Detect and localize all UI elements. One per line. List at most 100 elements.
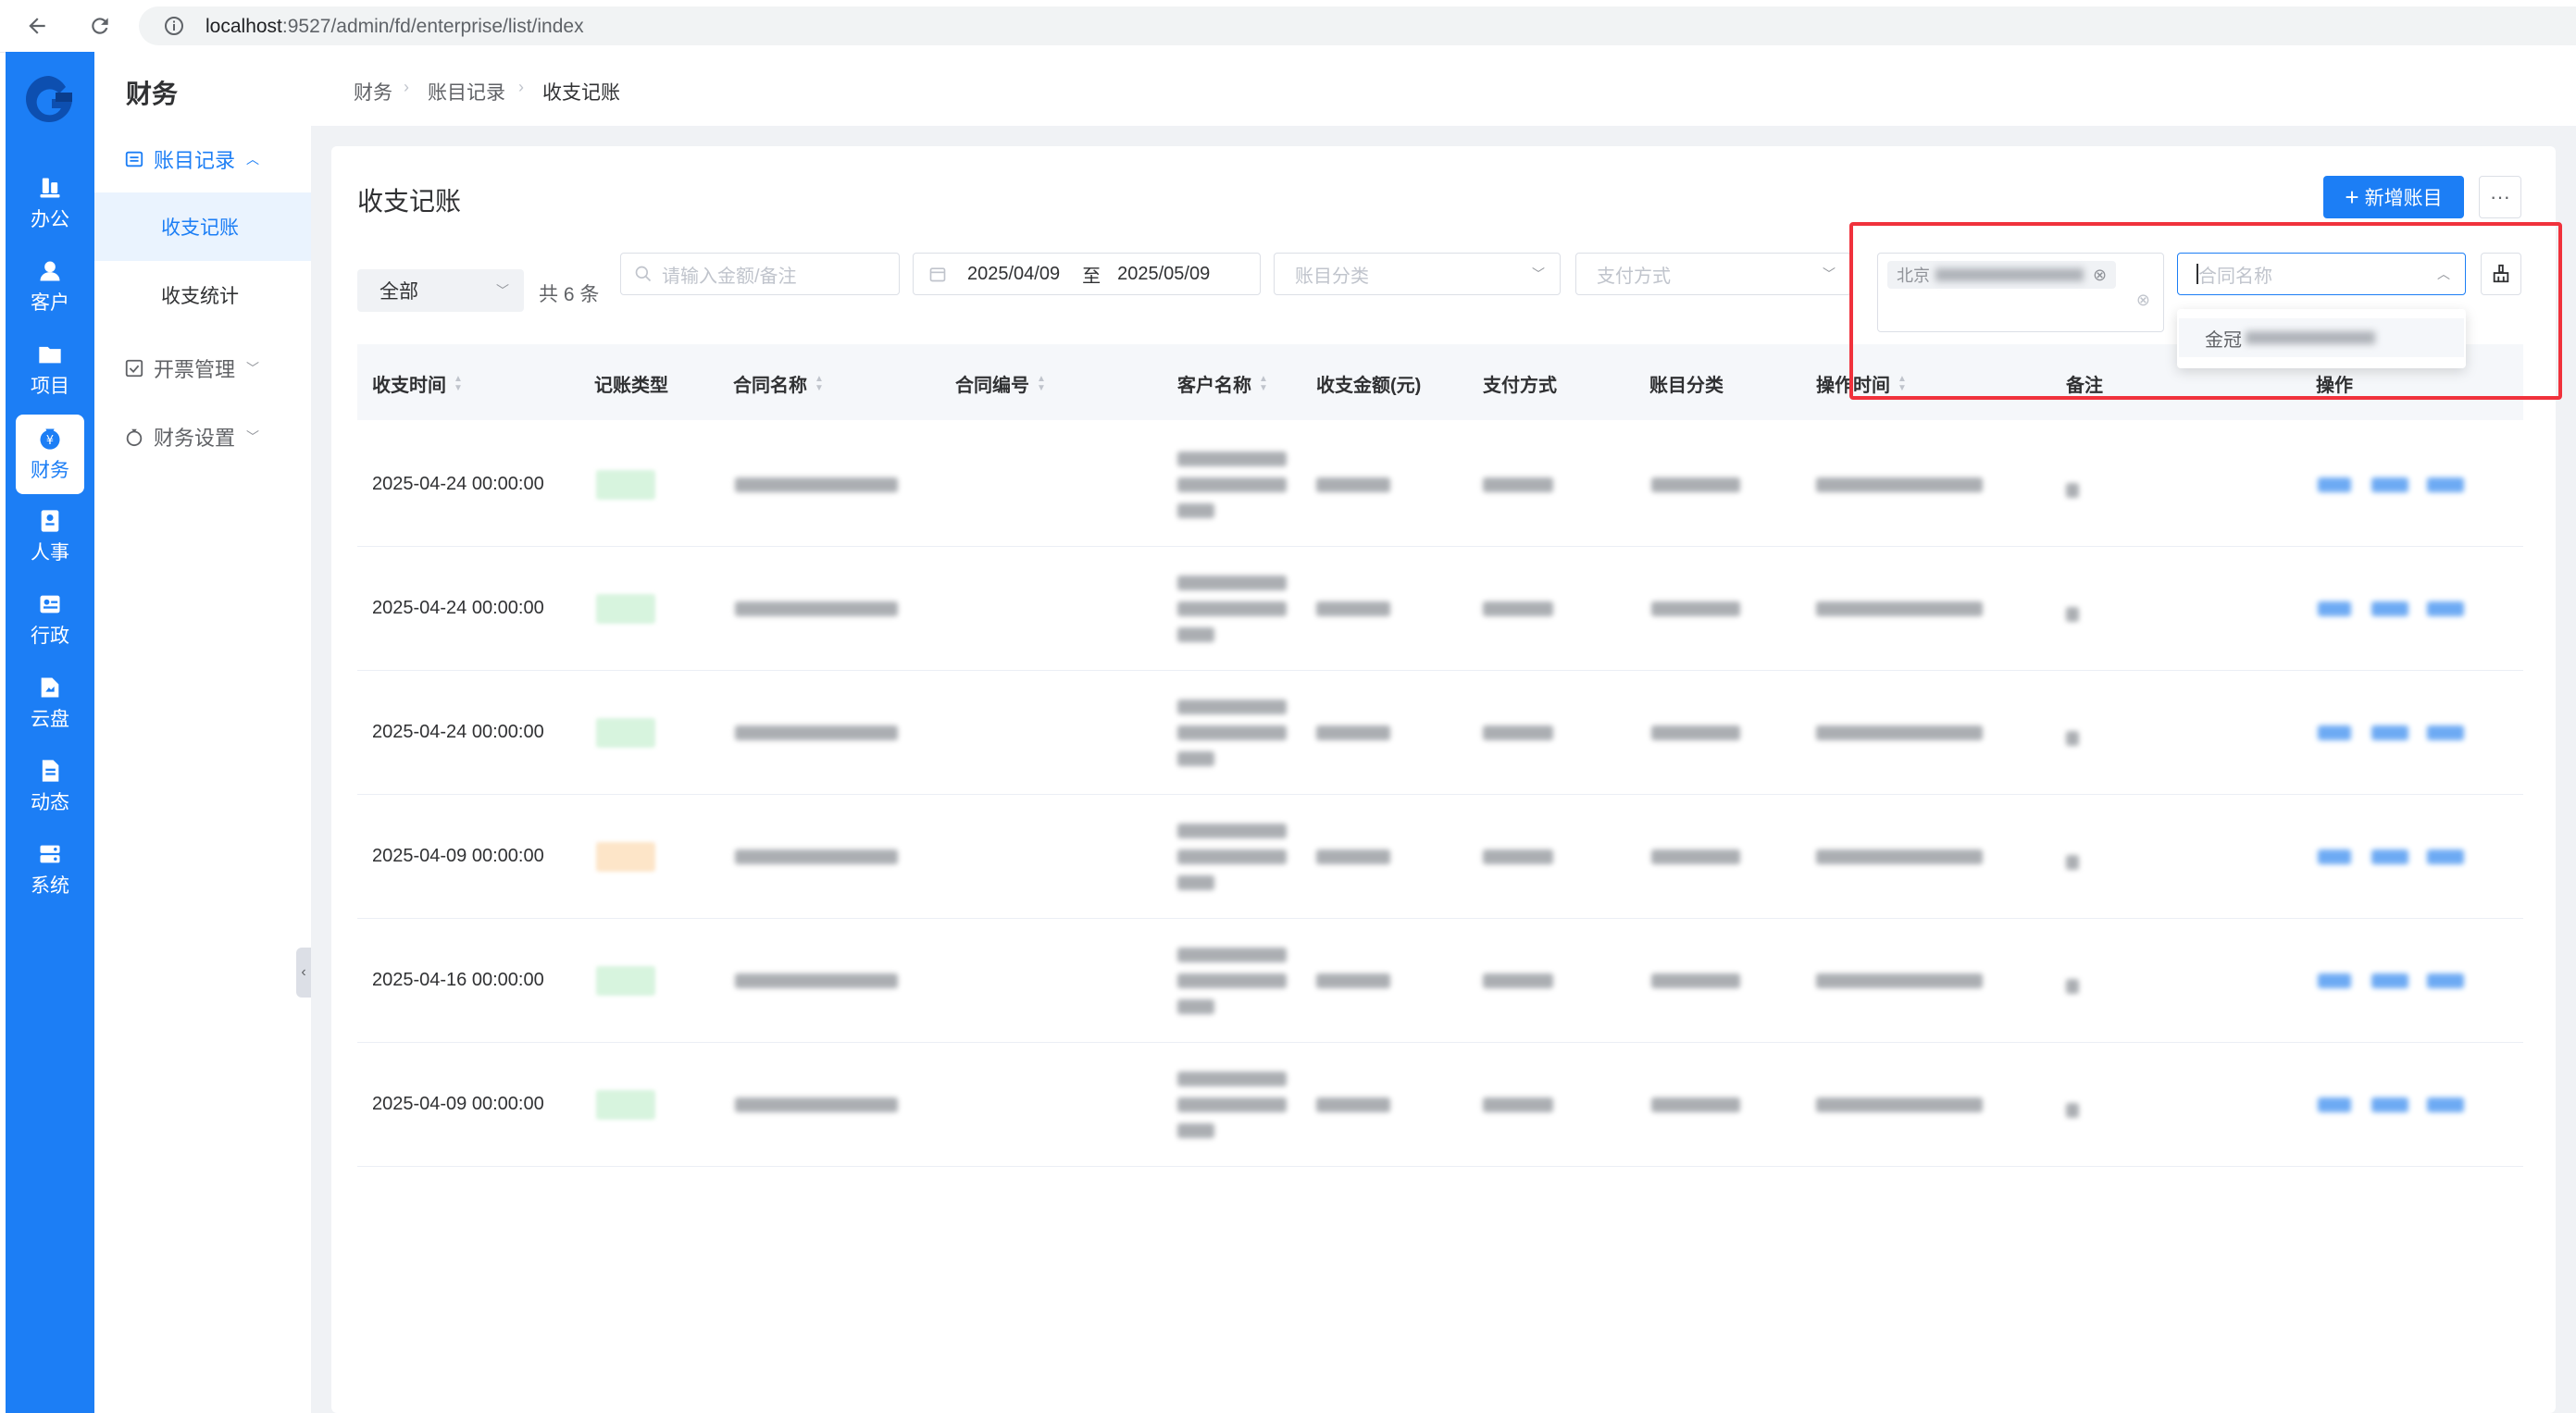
- row-divider: [357, 794, 2523, 795]
- more-button[interactable]: ···: [2479, 176, 2521, 218]
- redacted-text: [735, 973, 898, 988]
- redacted-text: [735, 477, 898, 492]
- redacted-text: [1177, 576, 1287, 590]
- col-header-contract-name[interactable]: 合同名称 ▲ ▼: [733, 370, 824, 397]
- redacted-text: [1177, 849, 1287, 864]
- sidebar-item-statistics[interactable]: 收支统计: [94, 261, 311, 329]
- action-edit-link[interactable]: [2371, 601, 2408, 616]
- action-edit-link[interactable]: [2371, 477, 2408, 492]
- menu-group-settings[interactable]: 财务设置 ﹀: [124, 418, 259, 455]
- redacted-text: [735, 601, 898, 616]
- redacted-text: [1177, 700, 1287, 714]
- breadcrumb: [311, 52, 2576, 126]
- action-view-link[interactable]: [2318, 477, 2351, 492]
- cell-time: 2025-04-24 00:00:00: [372, 722, 544, 742]
- sort-icon[interactable]: ▲ ▼: [454, 374, 463, 393]
- action-delete-link[interactable]: [2427, 973, 2464, 988]
- nav-item-finance[interactable]: ¥ 财务: [16, 415, 84, 494]
- nav-item-office[interactable]: 办公: [6, 167, 94, 241]
- redacted-text: [1177, 973, 1287, 988]
- sidebar-collapse-handle[interactable]: ‹: [296, 948, 311, 998]
- reload-icon[interactable]: [83, 9, 117, 43]
- action-delete-link[interactable]: [2427, 849, 2464, 864]
- action-view-link[interactable]: [2318, 973, 2351, 988]
- action-delete-link[interactable]: [2427, 725, 2464, 740]
- category-select[interactable]: 账目分类 ﹀: [1274, 253, 1561, 295]
- redacted-text: [1177, 1097, 1287, 1112]
- nav-item-project[interactable]: 项目: [6, 333, 94, 407]
- sort-icon[interactable]: ▲ ▼: [1259, 374, 1268, 393]
- payment-select[interactable]: 支付方式 ﹀: [1575, 253, 1851, 295]
- highlight-box: [1849, 222, 2562, 400]
- redacted-text: [1177, 999, 1214, 1014]
- chevron-down-icon: ﹀: [496, 283, 509, 298]
- cloud-disk-icon: [41, 677, 59, 698]
- col-header-category: 账目分类: [1649, 376, 1724, 396]
- system-icon: [40, 845, 60, 863]
- redacted-text: [1651, 973, 1740, 988]
- date-range-picker[interactable]: 2025/04/09 至 2025/05/09: [913, 253, 1261, 295]
- redacted-text: [1816, 1097, 1983, 1112]
- logo: [20, 70, 78, 132]
- action-delete-link[interactable]: [2427, 1097, 2464, 1112]
- col-header-type: 记账类型: [594, 376, 668, 396]
- type-tag: [596, 1090, 655, 1120]
- nav-item-system[interactable]: 系统: [6, 833, 94, 907]
- chevron-down-icon: ﹀: [1532, 266, 1545, 281]
- sort-icon[interactable]: ▲ ▼: [1037, 374, 1046, 393]
- redacted-text: [1651, 477, 1740, 492]
- row-divider: [357, 546, 2523, 547]
- back-icon[interactable]: [20, 9, 54, 43]
- nav-item-admin[interactable]: 行政: [6, 583, 94, 657]
- col-header-payment: 支付方式: [1483, 376, 1557, 396]
- breadcrumb-item[interactable]: 财务: [354, 78, 392, 105]
- redacted-text: [1651, 725, 1740, 740]
- sidebar-title: 财务: [126, 80, 179, 108]
- action-view-link[interactable]: [2318, 725, 2351, 740]
- action-edit-link[interactable]: [2371, 973, 2408, 988]
- redacted-text: [1316, 601, 1390, 616]
- sidebar-item-income-expense[interactable]: 收支记账: [94, 192, 311, 261]
- redacted-text: [1177, 601, 1287, 616]
- customer-icon: [40, 261, 60, 281]
- redacted-text: [1651, 1097, 1740, 1112]
- add-entry-button[interactable]: + 新增账目: [2323, 176, 2464, 218]
- menu-group-ledger[interactable]: 账目记录 ︿: [124, 141, 259, 178]
- redacted-text: [1483, 973, 1553, 988]
- redacted-text: [2066, 1103, 2079, 1118]
- redacted-text: [1816, 477, 1983, 492]
- col-header-time[interactable]: 收支时间 ▲ ▼: [372, 370, 463, 397]
- action-view-link[interactable]: [2318, 849, 2351, 864]
- action-edit-link[interactable]: [2371, 1097, 2408, 1112]
- col-header-customer[interactable]: 客户名称 ▲ ▼: [1177, 370, 1268, 397]
- page-title: 收支记账: [357, 187, 462, 216]
- action-delete-link[interactable]: [2427, 601, 2464, 616]
- chevron-down-icon: ﹀: [246, 361, 260, 376]
- action-edit-link[interactable]: [2371, 849, 2408, 864]
- menu-group-invoice[interactable]: 开票管理 ﹀: [124, 350, 259, 387]
- search-input[interactable]: 请输入金额/备注: [620, 253, 900, 295]
- type-tag: [596, 842, 655, 872]
- sort-icon[interactable]: ▲ ▼: [815, 374, 824, 393]
- site-info-icon[interactable]: [163, 15, 185, 42]
- redacted-text: [1177, 948, 1287, 962]
- action-edit-link[interactable]: [2371, 725, 2408, 740]
- nav-item-customer[interactable]: 客户: [6, 250, 94, 324]
- redacted-text: [1316, 1097, 1390, 1112]
- type-select[interactable]: 全部 ﹀: [357, 269, 524, 312]
- nav-item-feed[interactable]: 动态: [6, 750, 94, 824]
- breadcrumb-item[interactable]: 账目记录: [428, 78, 505, 105]
- url-text[interactable]: localhost:9527/admin/fd/enterprise/list/…: [205, 16, 584, 38]
- action-view-link[interactable]: [2318, 1097, 2351, 1112]
- money-bag-icon: [126, 428, 143, 447]
- nav-item-hr[interactable]: 人事: [6, 500, 94, 574]
- nav-item-cloud[interactable]: 云盘: [6, 666, 94, 740]
- redacted-text: [1651, 849, 1740, 864]
- cell-time: 2025-04-24 00:00:00: [372, 598, 544, 618]
- action-view-link[interactable]: [2318, 601, 2351, 616]
- action-delete-link[interactable]: [2427, 477, 2464, 492]
- row-divider: [357, 1166, 2523, 1167]
- col-header-contract-no[interactable]: 合同编号 ▲ ▼: [955, 370, 1046, 397]
- redacted-text: [1316, 973, 1390, 988]
- breadcrumb-current: 收支记账: [542, 82, 620, 104]
